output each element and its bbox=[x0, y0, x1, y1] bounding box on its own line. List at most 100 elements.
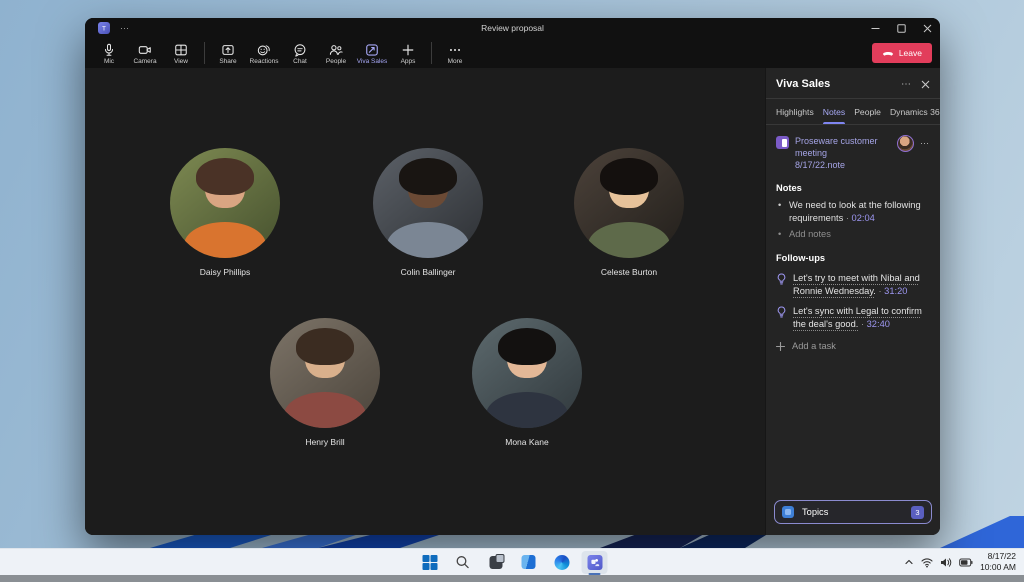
people-icon bbox=[329, 43, 343, 57]
followup-timestamp[interactable]: 32:40 bbox=[861, 319, 890, 329]
edge-icon bbox=[554, 555, 569, 570]
add-task-label: Add a task bbox=[792, 340, 836, 353]
battery-icon[interactable] bbox=[959, 558, 973, 567]
participant-video bbox=[270, 318, 380, 428]
task-view-icon bbox=[489, 556, 502, 569]
edge-button[interactable] bbox=[549, 551, 575, 574]
taskbar: 8/17/22 10:00 AM bbox=[0, 548, 1024, 575]
note-file-row[interactable]: Proseware customer meeting 8/17/22.note … bbox=[776, 135, 930, 171]
participant-name: Henry Brill bbox=[270, 437, 380, 447]
widgets-icon bbox=[522, 555, 536, 569]
window-title: Review proposal bbox=[85, 23, 940, 33]
participant-video bbox=[373, 148, 483, 258]
window-controls bbox=[862, 18, 940, 38]
participant-tile[interactable]: Mona Kane bbox=[472, 318, 582, 447]
participant-tile[interactable]: Celeste Burton bbox=[574, 148, 684, 277]
tab-people[interactable]: People bbox=[854, 99, 881, 124]
avatar bbox=[399, 158, 456, 195]
followup-item[interactable]: Let's try to meet with Nibal and Ronnie … bbox=[776, 272, 930, 297]
teams-logo-icon: T bbox=[98, 22, 110, 34]
share-button[interactable]: Share bbox=[210, 41, 246, 65]
followup-text: Let's sync with Legal to confirm the dea… bbox=[793, 306, 922, 329]
tray-chevron-icon[interactable] bbox=[904, 557, 914, 567]
note-timestamp[interactable]: 02:04 bbox=[846, 213, 875, 223]
panel-title: Viva Sales bbox=[776, 78, 830, 90]
wifi-icon[interactable] bbox=[921, 557, 933, 568]
taskbar-center bbox=[417, 549, 608, 575]
participant-tile[interactable]: Colin Ballinger bbox=[373, 148, 483, 277]
more-dots-icon bbox=[448, 43, 462, 57]
followup-item[interactable]: Let's sync with Legal to confirm the dea… bbox=[776, 305, 930, 330]
view-button[interactable]: View bbox=[163, 41, 199, 65]
mic-label: Mic bbox=[104, 58, 114, 65]
panel-body: Proseware customer meeting 8/17/22.note … bbox=[766, 125, 940, 535]
panel-more-icon[interactable]: ⋯ bbox=[901, 79, 912, 90]
note-item[interactable]: We need to look at the following require… bbox=[776, 199, 930, 224]
add-task-button[interactable]: Add a task bbox=[776, 340, 930, 353]
participant-video bbox=[472, 318, 582, 428]
viva-sales-label: Viva Sales bbox=[357, 58, 388, 65]
maximize-icon[interactable] bbox=[888, 18, 914, 38]
windows-start-icon bbox=[422, 555, 437, 570]
tab-notes[interactable]: Notes bbox=[823, 99, 845, 124]
taskbar-time: 10:00 AM bbox=[980, 562, 1016, 573]
topics-badge: 3 bbox=[911, 506, 924, 519]
chat-button[interactable]: Chat bbox=[282, 41, 318, 65]
participant-tile[interactable]: Daisy Phillips bbox=[170, 148, 280, 277]
avatar bbox=[600, 158, 657, 195]
taskbar-clock[interactable]: 8/17/22 10:00 AM bbox=[980, 551, 1016, 573]
participant-name: Daisy Phillips bbox=[170, 267, 280, 277]
topics-icon bbox=[782, 506, 794, 518]
teams-taskbar-button[interactable] bbox=[582, 551, 608, 574]
participant-name: Colin Ballinger bbox=[373, 267, 483, 277]
start-button[interactable] bbox=[417, 551, 443, 574]
avatar bbox=[498, 328, 555, 365]
camera-icon bbox=[138, 43, 152, 57]
meeting-content: Daisy Phillips Colin Ballinger Celeste B… bbox=[85, 68, 940, 535]
svg-text:T: T bbox=[102, 25, 106, 32]
search-icon bbox=[456, 555, 470, 569]
topics-button[interactable]: Topics 3 bbox=[774, 500, 932, 524]
hangup-icon bbox=[882, 49, 894, 57]
panel-close-icon[interactable] bbox=[921, 80, 930, 89]
followup-timestamp[interactable]: 31:20 bbox=[878, 286, 907, 296]
leave-button[interactable]: Leave bbox=[872, 43, 932, 63]
add-notes[interactable]: Add notes bbox=[776, 228, 930, 241]
view-grid-icon bbox=[174, 43, 188, 57]
camera-label: Camera bbox=[133, 58, 156, 65]
titlebar-more-icon[interactable]: ⋯ bbox=[120, 23, 130, 34]
widgets-button[interactable] bbox=[516, 551, 542, 574]
more-button[interactable]: More bbox=[437, 41, 473, 65]
view-label: View bbox=[174, 58, 188, 65]
chat-icon bbox=[293, 43, 307, 57]
reactions-button[interactable]: Reactions bbox=[246, 41, 282, 65]
note-file-name: Proseware customer meeting 8/17/22.note bbox=[795, 135, 891, 171]
apps-button[interactable]: Apps bbox=[390, 41, 426, 65]
meeting-toolbar: Mic Camera View Share Reactions Chat Peo… bbox=[85, 38, 940, 68]
mic-button[interactable]: Mic bbox=[91, 41, 127, 65]
people-button[interactable]: People bbox=[318, 41, 354, 65]
task-view-button[interactable] bbox=[483, 551, 509, 574]
participant-tile[interactable]: Henry Brill bbox=[270, 318, 380, 447]
viva-sales-button[interactable]: Viva Sales bbox=[354, 41, 390, 65]
avatar bbox=[296, 328, 353, 365]
volume-icon[interactable] bbox=[940, 557, 952, 568]
plus-icon bbox=[776, 342, 785, 351]
followups-heading: Follow-ups bbox=[776, 252, 930, 265]
people-label: People bbox=[326, 58, 346, 65]
reactions-icon bbox=[257, 43, 271, 57]
reactions-label: Reactions bbox=[250, 58, 279, 65]
note-more-icon[interactable]: ⋯ bbox=[920, 137, 930, 149]
search-button[interactable] bbox=[450, 551, 476, 574]
apps-plus-icon bbox=[401, 43, 415, 57]
share-label: Share bbox=[219, 58, 236, 65]
camera-button[interactable]: Camera bbox=[127, 41, 163, 65]
participant-video bbox=[170, 148, 280, 258]
minimize-icon[interactable] bbox=[862, 18, 888, 38]
close-icon[interactable] bbox=[914, 18, 940, 38]
teams-icon bbox=[587, 555, 602, 570]
screen-edge-strip bbox=[0, 575, 1024, 582]
tab-dynamics-365[interactable]: Dynamics 365 bbox=[890, 99, 940, 124]
tab-highlights[interactable]: Highlights bbox=[776, 99, 814, 124]
video-stage: Daisy Phillips Colin Ballinger Celeste B… bbox=[85, 68, 765, 535]
